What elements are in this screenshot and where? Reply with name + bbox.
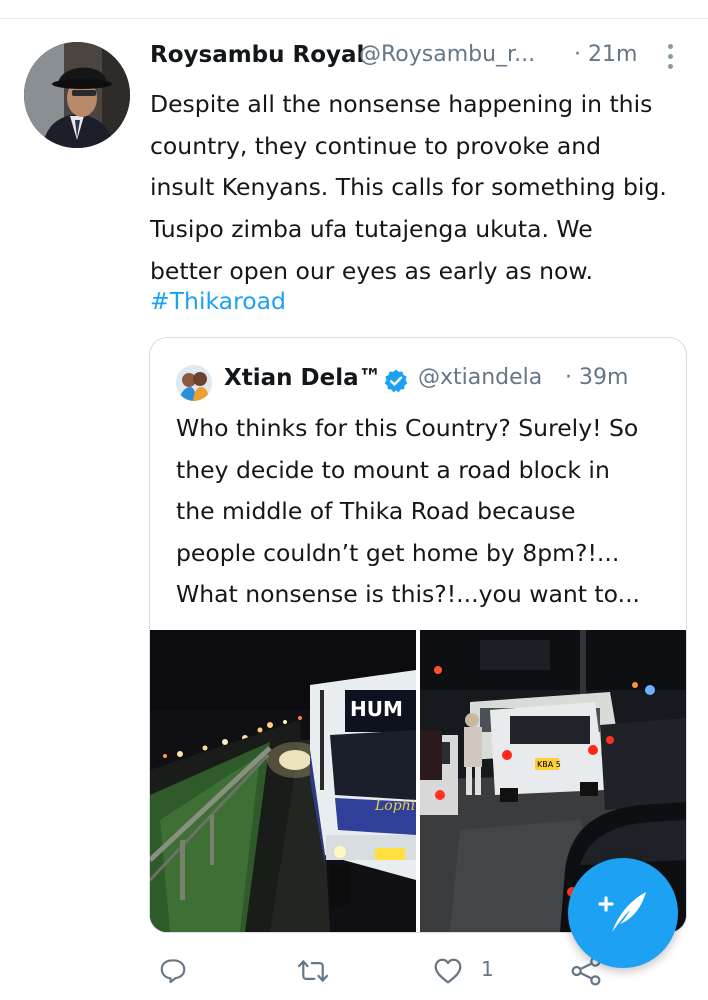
user-handle[interactable]: @Roysambu_r... <box>359 42 535 67</box>
quoted-tweet[interactable]: Xtian Dela™ @xtiandela · 39m Who thinks … <box>149 337 687 933</box>
profile-photo-icon <box>24 42 130 148</box>
reply-icon[interactable] <box>158 955 188 987</box>
photo-highway-bus[interactable]: HUM Lophi <box>150 630 416 932</box>
tweet-text: Despite all the nonsense happening in th… <box>150 90 667 285</box>
quoted-user-handle[interactable]: @xtiandela <box>418 365 542 390</box>
quoted-timestamp[interactable]: · 39m <box>565 365 628 390</box>
quoted-tweet-text: Who thinks for this Country? Surely! So … <box>176 414 641 608</box>
quoted-display-name[interactable]: Xtian Dela™ <box>224 365 382 391</box>
night-road-photo: HUM Lophi <box>150 630 416 932</box>
quoted-avatar[interactable] <box>176 365 212 401</box>
hashtag-link[interactable]: #Thikaroad <box>150 287 286 315</box>
tweet-header: Roysambu Royal @Roysambu_r... · 21m <box>150 42 690 76</box>
retweet-icon[interactable] <box>296 955 330 987</box>
avatar[interactable] <box>24 42 130 148</box>
timestamp[interactable]: · 21m <box>574 42 637 67</box>
compose-feather-icon <box>598 892 646 932</box>
compose-tweet-button[interactable] <box>568 858 678 968</box>
top-divider <box>0 18 708 19</box>
like-count: 1 <box>481 957 494 981</box>
bus-script-text: Lophi <box>374 798 415 814</box>
license-plate-text: KBA 5 <box>537 760 561 769</box>
display-name[interactable]: Roysambu Royal <box>150 42 364 68</box>
verified-badge-icon <box>384 369 408 393</box>
bus-sign-text: HUM <box>350 697 403 721</box>
heart-icon[interactable] <box>431 955 465 987</box>
more-options-icon[interactable] <box>658 42 682 72</box>
quoted-profile-photo-icon <box>176 365 212 401</box>
